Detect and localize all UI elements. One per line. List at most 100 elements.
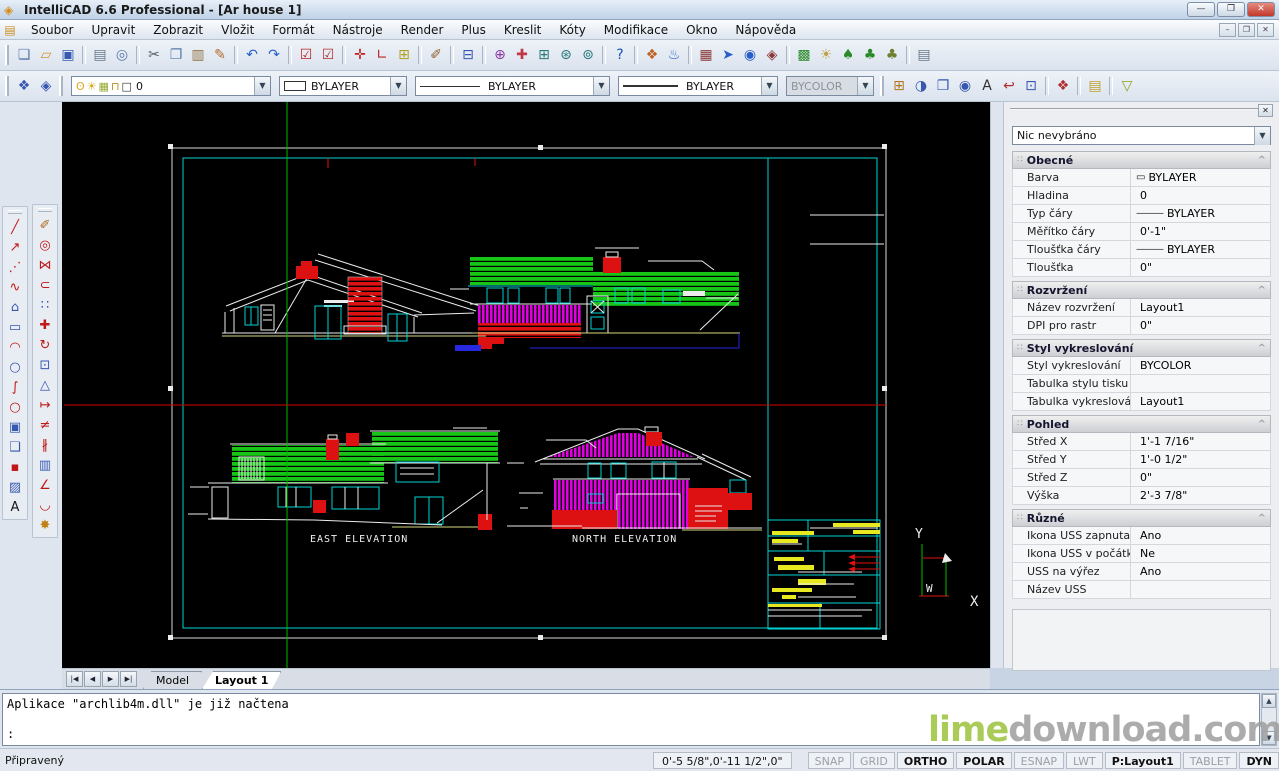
print-button[interactable]: ▤ [89, 44, 111, 66]
offset-tool[interactable]: ⊂ [35, 275, 55, 295]
bulb-icon[interactable]: ʘ [76, 80, 85, 93]
tabs-next-button[interactable]: ▶ [102, 671, 119, 687]
rotate-tool[interactable]: ↻ [35, 335, 55, 355]
property-value[interactable]: Layout1 [1131, 299, 1270, 316]
property-value[interactable]: 0" [1131, 259, 1270, 276]
preview-button[interactable]: ◉ [954, 75, 976, 97]
open-button[interactable]: ▱ [35, 44, 57, 66]
menu-item[interactable]: Nástroje [324, 21, 392, 39]
toolbar-grip[interactable] [8, 210, 22, 214]
draw-settings-button[interactable]: ☑ [295, 44, 317, 66]
property-value[interactable]: 0" [1131, 317, 1270, 334]
notes-button[interactable]: ▤ [913, 44, 935, 66]
menu-item[interactable]: Zobrazit [144, 21, 212, 39]
close-button[interactable]: ✕ [1247, 2, 1275, 17]
chamfer-tool[interactable]: ∠ [35, 475, 55, 495]
drawing-canvas[interactable]: EAST ELEVATION NORTH ELEVATION [62, 102, 990, 668]
rectangle-tool[interactable]: ▭ [5, 317, 25, 337]
collapse-icon[interactable]: ^ [1258, 513, 1266, 524]
coordinate-display[interactable]: 0'-5 5/8",0'-11 1/2",0" [653, 752, 792, 769]
menu-item[interactable]: Vložit [212, 21, 263, 39]
erase-tool[interactable]: ✐ [35, 215, 55, 235]
fillet-tool[interactable]: ◡ [35, 495, 55, 515]
property-value[interactable] [1131, 581, 1270, 598]
materials-button[interactable]: ◉ [739, 44, 761, 66]
sun-image-button[interactable]: ☀ [815, 44, 837, 66]
toolbar-grip[interactable] [59, 76, 63, 96]
sun-icon[interactable]: ☀ [87, 80, 97, 93]
properties-button[interactable]: ▤ [1084, 75, 1106, 97]
selection-combo[interactable]: Nic nevybráno ▼ [1012, 126, 1271, 145]
property-value[interactable]: BYCOLOR [1131, 357, 1270, 374]
chevron-down-icon[interactable]: ▼ [761, 77, 777, 95]
collapse-icon[interactable]: ^ [1258, 285, 1266, 296]
zoom-in-button[interactable]: ⊕ [489, 44, 511, 66]
style-brush-button[interactable]: ✐ [425, 44, 447, 66]
layer-color-swatch[interactable]: □ [122, 80, 132, 93]
property-value[interactable]: 0 [1131, 187, 1270, 204]
chevron-down-icon[interactable]: ▼ [254, 77, 270, 95]
plant-edit-button[interactable]: ♣ [859, 44, 881, 66]
layer-combo[interactable]: ʘ☀▦⊓□ 0 ▼ [71, 76, 271, 96]
menu-item[interactable]: Formát [263, 21, 323, 39]
mdi-close-button[interactable]: ✕ [1257, 23, 1274, 37]
array-tool[interactable]: ∷ [35, 295, 55, 315]
group-button[interactable]: ⊞ [393, 44, 415, 66]
property-value[interactable]: ———BYLAYER [1131, 205, 1270, 222]
print-preview-button[interactable]: ◎ [111, 44, 133, 66]
sketch-tool[interactable]: ∿ [5, 277, 25, 297]
freeze-icon[interactable]: ▦ [99, 80, 109, 93]
menu-item[interactable]: Render [392, 21, 453, 39]
toolbar-grip[interactable] [5, 76, 9, 96]
chevron-down-icon[interactable]: ▼ [390, 77, 406, 95]
chevron-down-icon[interactable]: ▼ [593, 77, 609, 95]
mdi-restore-button[interactable]: ❐ [1238, 23, 1255, 37]
tabs-first-button[interactable]: |◀ [66, 671, 83, 687]
polygon-tool[interactable]: ⌂ [5, 297, 25, 317]
polyline-tool[interactable]: ↗ [5, 237, 25, 257]
explorer-button[interactable]: ⊟ [457, 44, 479, 66]
toolbar-grip[interactable] [38, 208, 52, 212]
render-button[interactable]: ♨ [663, 44, 685, 66]
ellipse-tool[interactable]: ○ [5, 397, 25, 417]
text-style-button[interactable]: A [976, 75, 998, 97]
move-tool[interactable]: ✚ [35, 315, 55, 335]
scale-tool[interactable]: ⊡ [35, 355, 55, 375]
property-value[interactable]: Ano [1131, 563, 1270, 580]
zoom-extents-button[interactable]: ⊛ [555, 44, 577, 66]
stretch-tool[interactable]: △ [35, 375, 55, 395]
layers-button[interactable]: ❖ [1052, 75, 1074, 97]
menu-item[interactable]: Kreslit [495, 21, 551, 39]
chevron-down-icon[interactable]: ▼ [1254, 127, 1270, 145]
layout-tab[interactable]: Model [143, 671, 202, 689]
circle-tool[interactable]: ○ [5, 357, 25, 377]
menu-item[interactable]: Nápověda [726, 21, 805, 39]
color-combo[interactable]: BYLAYER ▼ [279, 76, 407, 96]
menu-item[interactable]: Plus [452, 21, 494, 39]
property-value[interactable]: 0'-1" [1131, 223, 1270, 240]
layer-previous-button[interactable]: ◈ [35, 75, 57, 97]
minimize-button[interactable]: — [1187, 2, 1215, 17]
section-header[interactable]: ∷ Různé ^ [1012, 509, 1271, 527]
format-painter-button[interactable]: ✎ [209, 44, 231, 66]
zoom-window-button[interactable]: ⊞ [533, 44, 555, 66]
redo-button[interactable]: ↷ [263, 44, 285, 66]
text-tool[interactable]: A [5, 497, 25, 517]
property-value[interactable]: ▭BYLAYER [1131, 169, 1270, 186]
property-value[interactable]: 1'-1 7/16" [1131, 433, 1270, 450]
property-value[interactable]: Layout1 [1131, 393, 1270, 410]
status-toggle[interactable]: TABLET [1183, 752, 1238, 769]
status-toggle[interactable]: LWT [1066, 752, 1103, 769]
arc-tool[interactable]: ◠ [5, 337, 25, 357]
entity-snap-button[interactable]: ✛ [349, 44, 371, 66]
panel-close-button[interactable]: ✕ [1258, 104, 1273, 117]
property-value[interactable]: ———BYLAYER [1131, 241, 1270, 258]
explode-tool[interactable]: ✸ [35, 515, 55, 535]
pan-button[interactable]: ✚ [511, 44, 533, 66]
script-button[interactable]: ◈ [761, 44, 783, 66]
make-block-tool[interactable]: ❑ [5, 437, 25, 457]
menu-item[interactable]: Soubor [22, 21, 82, 39]
edit-hatch-tool[interactable]: ▥ [35, 455, 55, 475]
property-value[interactable]: Ano [1131, 527, 1270, 544]
zoom-previous-button[interactable]: ⊚ [577, 44, 599, 66]
